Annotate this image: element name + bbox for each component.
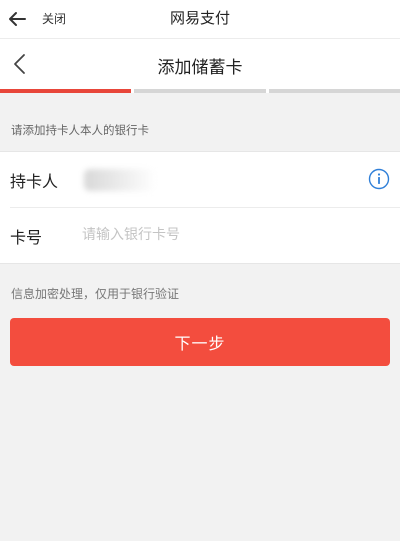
page-title: 添加储蓄卡 [157, 58, 243, 78]
progress-step-1 [0, 89, 132, 93]
add-card-hint: 请添加持卡人本人的银行卡 [11, 123, 149, 137]
webview-topbar: 关闭 网易支付 [0, 0, 400, 39]
holder-label: 持卡人 [10, 171, 59, 191]
progress-step-2 [134, 89, 266, 93]
card-number-input[interactable] [82, 223, 382, 247]
encryption-note: 信息加密处理，仅用于银行验证 [11, 287, 180, 301]
page: 关闭 网易支付 添加储蓄卡 请添加持卡人本人的银行卡 持卡人 卡号 请输入银行卡… [0, 0, 400, 541]
progress-step-3 [268, 89, 400, 93]
app-title: 网易支付 [169, 9, 230, 27]
holder-row: 持卡人 [0, 152, 400, 207]
info-icon[interactable] [368, 168, 390, 190]
step-progress [0, 89, 400, 93]
card-number-row: 卡号 [10, 207, 400, 263]
page-header: 添加储蓄卡 [0, 39, 400, 89]
card-number-label: 卡号 [10, 227, 43, 247]
next-step-button[interactable]: 下一步 [10, 318, 390, 366]
holder-name-redacted [84, 169, 156, 191]
card-form: 持卡人 卡号 [0, 151, 400, 264]
